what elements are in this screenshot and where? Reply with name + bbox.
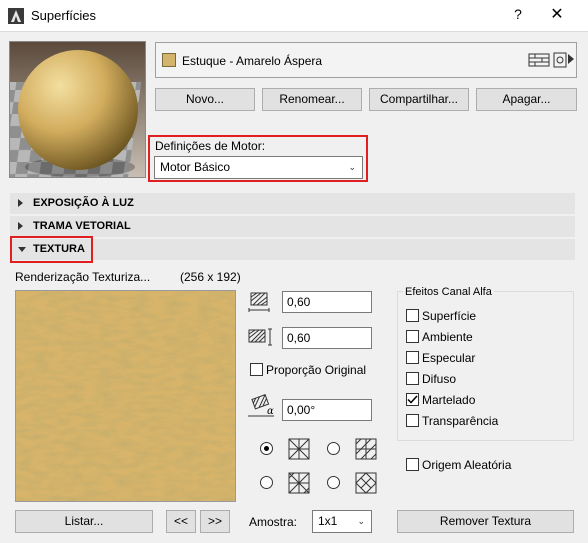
new-button[interactable]: Novo... [155, 88, 255, 111]
alpha-specular-label: Especular [422, 351, 476, 365]
window-title: Superfícies [31, 8, 97, 23]
alpha-ambient-checkbox[interactable] [406, 330, 419, 343]
next-button[interactable]: >> [200, 510, 230, 533]
vector-hatch-icon [528, 52, 550, 71]
material-swatch [162, 53, 176, 67]
keep-proportion-label: Proporção Original [266, 363, 367, 377]
alpha-transparency-checkbox[interactable] [406, 414, 419, 427]
random-origin-checkbox[interactable] [406, 458, 419, 471]
chevron-right-icon[interactable] [568, 53, 574, 68]
engine-label: Definições de Motor: [155, 139, 266, 153]
remove-texture-button[interactable]: Remover Textura [397, 510, 574, 533]
material-name: Estuque - Amarelo Áspera [182, 54, 323, 68]
texture-highlight [10, 236, 93, 263]
previous-button[interactable]: << [166, 510, 196, 533]
triangle-right-icon [18, 222, 23, 230]
random-origin-label: Origem Aleatória [422, 458, 512, 472]
texture-width-icon [248, 292, 272, 317]
orientation-radio-3[interactable] [260, 476, 273, 489]
help-button[interactable]: ? [508, 6, 528, 22]
svg-text:α: α [267, 406, 274, 417]
orientation-radio-2[interactable] [327, 442, 340, 455]
delete-button[interactable]: Apagar... [476, 88, 577, 111]
section-light-exposure[interactable]: EXPOSIÇÃO À LUZ [10, 193, 575, 214]
orientation-pattern-1-icon [288, 438, 310, 463]
alpha-effects-title: Efeitos Canal Alfa [403, 286, 494, 298]
list-button[interactable]: Listar... [15, 510, 153, 533]
orientation-radio-4[interactable] [327, 476, 340, 489]
engine-select[interactable]: Motor Básico ⌄ [154, 156, 363, 179]
texture-size: (256 x 192) [180, 270, 241, 284]
section-vector-hatch[interactable]: TRAMA VETORIAL [10, 216, 575, 237]
keep-proportion-checkbox[interactable] [250, 363, 263, 376]
alpha-surface-label: Superfície [422, 309, 477, 323]
texture-preview [15, 290, 236, 502]
texture-icon [553, 52, 567, 71]
material-preview [9, 41, 146, 178]
checkmark-icon [407, 395, 418, 404]
share-button[interactable]: Compartilhar... [369, 88, 469, 111]
texture-height-input[interactable]: 0,60 [282, 327, 372, 349]
alpha-surface-checkbox[interactable] [406, 309, 419, 322]
chevron-down-icon: ⌄ [348, 162, 356, 172]
alpha-diffuse-label: Difuso [422, 372, 457, 386]
sample-select[interactable]: 1x1 ⌄ [312, 510, 372, 533]
close-button[interactable]: ✕ [546, 4, 568, 24]
texture-height-icon [248, 327, 274, 350]
engine-select-value: Motor Básico [160, 160, 231, 174]
triangle-right-icon [18, 199, 23, 207]
alpha-transparency-label: Transparência [422, 414, 499, 428]
app-icon [8, 8, 24, 24]
alpha-diffuse-checkbox[interactable] [406, 372, 419, 385]
section-light-label: EXPOSIÇÃO À LUZ [33, 197, 134, 209]
section-vector-label: TRAMA VETORIAL [33, 220, 131, 232]
alpha-specular-checkbox[interactable] [406, 351, 419, 364]
rename-button[interactable]: Renomear... [262, 88, 362, 111]
orientation-radio-1[interactable] [260, 442, 273, 455]
alpha-bump-label: Martelado [422, 393, 476, 407]
texture-angle-icon: α [246, 394, 278, 423]
sample-select-value: 1x1 [318, 514, 338, 528]
sample-label: Amostra: [249, 515, 298, 529]
texture-name: Renderização Texturiza... [15, 270, 151, 284]
alpha-bump-checkbox[interactable] [406, 393, 419, 406]
alpha-ambient-label: Ambiente [422, 330, 473, 344]
orientation-pattern-3-icon [288, 472, 310, 497]
chevron-down-icon: ⌄ [357, 516, 365, 526]
orientation-pattern-2-icon [355, 438, 377, 463]
section-texture[interactable]: TEXTURA [10, 239, 575, 260]
texture-angle-input[interactable]: 0,00° [282, 399, 372, 421]
texture-width-input[interactable]: 0,60 [282, 291, 372, 313]
orientation-pattern-4-icon [355, 472, 377, 497]
